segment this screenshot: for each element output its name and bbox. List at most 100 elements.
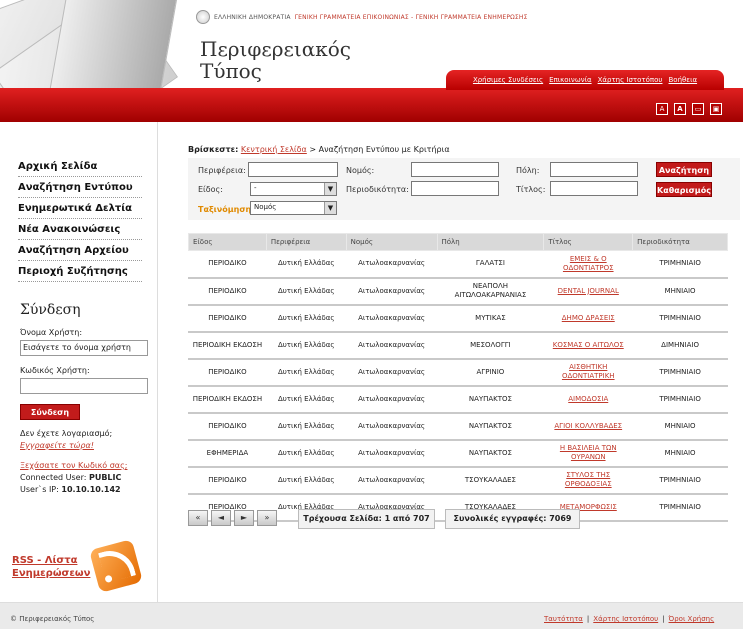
column-header-frequency[interactable]: Περιοδικότητα: [632, 233, 728, 251]
sidebar: Αρχική Σελίδα Αναζήτηση Εντύπου Ενημερωτ…: [0, 122, 158, 602]
nav-item-discussion[interactable]: Περιοχή Συζήτησης: [18, 261, 142, 282]
cell-frequency: ΤΡΙΜΗΝΙΑΙΟ: [632, 493, 728, 522]
search-button[interactable]: Αναζήτηση: [656, 162, 712, 177]
font-smaller-icon[interactable]: A: [656, 103, 668, 115]
next-page-button[interactable]: ►: [234, 510, 254, 526]
rss-icon[interactable]: [89, 539, 143, 593]
cell-title: ΕΜΕΙΣ & Ο ΟΔΟΝΤΙΑΤΡΟΣ: [543, 250, 634, 279]
sort-label: Ταξινόμηση: [198, 205, 252, 214]
cell-city: ΝΑΥΠΑΚΤΟΣ: [436, 412, 545, 441]
gov-secretariats: ΓΕΝΙΚΗ ΓΡΑΜΜΑΤΕΙΑ ΕΠΙΚΟΙΝΩΝΙΑΣ - ΓΕΝΙΚΗ …: [294, 13, 528, 21]
site-header: ΕΛΛΗΝΙΚΗ ΔΗΜΟΚΡΑΤΙΑ ΓΕΝΙΚΗ ΓΡΑΜΜΑΤΕΙΑ ΕΠ…: [0, 0, 743, 150]
footer-link-terms[interactable]: Όροι Χρήσης: [669, 615, 715, 623]
government-line: ΕΛΛΗΝΙΚΗ ΔΗΜΟΚΡΑΤΙΑ ΓΕΝΙΚΗ ΓΡΑΜΜΑΤΕΙΑ ΕΠ…: [196, 10, 528, 24]
username-input[interactable]: Εισάγετε το όνομα χρήστη: [20, 340, 148, 356]
prev-page-button[interactable]: ◄: [211, 510, 231, 526]
cell-type: ΠΕΡΙΟΔΙΚΟ: [188, 412, 267, 441]
publication-title-link[interactable]: ΚΟΣΜΑΣ Ο ΑΙΤΩΛΟΣ: [553, 341, 624, 349]
footer-separator: |: [586, 615, 590, 623]
footer-link-sitemap[interactable]: Χάρτης Ιστοτόπου: [593, 615, 658, 623]
publication-title-link[interactable]: ΣΤΥΛΟΣ ΤΗΣ ΟΡΘΟΔΟΞΙΑΣ: [565, 471, 612, 488]
top-link-sitemap[interactable]: Χάρτης Ιστοτόπου: [598, 76, 663, 84]
footer-link-identity[interactable]: Ταυτότητα: [544, 615, 583, 623]
save-icon[interactable]: ▣: [710, 103, 722, 115]
publication-title-link[interactable]: ΑΓΙΟΙ ΚΟΛΛΥΒΑΔΕΣ: [554, 422, 622, 430]
last-page-button[interactable]: »: [257, 510, 277, 526]
city-input[interactable]: [550, 162, 638, 177]
top-link-useful-links[interactable]: Χρήσιμες Συνδέσεις: [473, 76, 543, 84]
table-row: ΠΕΡΙΟΔΙΚΟ Δυτική Ελλάδας Αιτωλοακαρνανίας Μ…: [188, 304, 728, 333]
top-link-contact[interactable]: Επικοινωνία: [549, 76, 591, 84]
publication-title-link[interactable]: ΕΜΕΙΣ & Ο ΟΔΟΝΤΙΑΤΡΟΣ: [563, 255, 614, 272]
nav-item-newsletters[interactable]: Ενημερωτικά Δελτία: [18, 198, 142, 219]
connected-user: Connected User: PUBLIC: [20, 472, 150, 484]
cell-prefecture: Αιτωλοακαρνανίας: [345, 331, 438, 360]
cell-prefecture: Αιτωλοακαρνανίας: [345, 439, 438, 468]
rss-link[interactable]: RSS - Λίστα Ενημερώσεων: [12, 554, 90, 580]
cell-region: Δυτική Ελλάδας: [265, 331, 347, 360]
cell-type: ΠΕΡΙΟΔΙΚΟ: [188, 250, 267, 279]
breadcrumb-home-link[interactable]: Κεντρική Σελίδα: [241, 145, 307, 154]
cell-city: ΝΑΥΠΑΚΤΟΣ: [436, 385, 545, 414]
register-block: Δεν έχετε λογαριασμό; Εγγραφείτε τώρα!: [20, 428, 150, 452]
type-select-value: -: [254, 184, 257, 192]
cell-city: ΤΣΟΥΚΑΛΑΔΕΣ: [436, 466, 545, 495]
font-larger-icon[interactable]: A: [674, 103, 686, 115]
print-icon[interactable]: ▭: [692, 103, 704, 115]
nav-item-announcements[interactable]: Νέα Ανακοινώσεις: [18, 219, 142, 240]
breadcrumb-label: Βρίσκεστε:: [188, 145, 239, 154]
table-row: ΠΕΡΙΟΔΙΚΟ Δυτική Ελλάδας Αιτωλοακαρνανίας Τ…: [188, 466, 728, 495]
publication-title-link[interactable]: ΔΗΜΟ ΔΡΑΣΕΙΣ: [562, 314, 615, 322]
column-header-city[interactable]: Πόλη: [436, 233, 545, 251]
cell-city: ΑΓΡΙΝΙΟ: [436, 358, 545, 387]
frequency-input[interactable]: [411, 181, 499, 196]
cell-region: Δυτική Ελλάδας: [265, 358, 347, 387]
publication-title-link[interactable]: Η ΒΑΣΙΛΕΙΑ ΤΩΝ ΟΥΡΑΝΩΝ: [560, 444, 617, 461]
cell-prefecture: Αιτωλοακαρνανίας: [345, 304, 438, 333]
connected-user-label: Connected User:: [20, 473, 87, 482]
rss-link-line2: Ενημερώσεων: [12, 568, 91, 579]
footer-separator: |: [662, 615, 665, 623]
cell-frequency: ΤΡΙΜΗΝΙΑΙΟ: [632, 304, 728, 333]
first-page-button[interactable]: «: [188, 510, 208, 526]
publication-title-link[interactable]: ΑΙΣΘΗΤΙΚΗ ΟΔΟΝΤΙΑΤΡΙΚΗ: [562, 363, 615, 380]
cell-type: ΠΕΡΙΟΔΙΚΟ: [188, 304, 267, 333]
title-input[interactable]: [550, 181, 638, 196]
cell-prefecture: Αιτωλοακαρνανίας: [345, 358, 438, 387]
prefecture-input[interactable]: [411, 162, 499, 177]
site-title[interactable]: Περιφερειακός Τύπος: [200, 38, 351, 82]
clear-button[interactable]: Καθαρισμός: [656, 182, 712, 197]
login-button[interactable]: Σύνδεση: [20, 404, 80, 420]
site-title-line2: Τύπος: [200, 59, 262, 83]
cell-frequency: ΜΗΝΙΑΙΟ: [632, 412, 728, 441]
footer: © Περιφερειακός Τύπος Ταυτότητα | Χάρτης…: [0, 602, 743, 629]
region-input[interactable]: [248, 162, 338, 177]
user-ip-value: 10.10.10.142: [61, 485, 121, 494]
top-link-help[interactable]: Βοήθεια: [668, 76, 697, 84]
title-label: Τίτλος:: [516, 185, 546, 194]
main-nav: Αρχική Σελίδα Αναζήτηση Εντύπου Ενημερωτ…: [18, 156, 142, 282]
password-input[interactable]: [20, 378, 148, 394]
total-records-info: Συνολικές εγγραφές: 7069: [445, 509, 580, 529]
cell-title: ΚΟΣΜΑΣ Ο ΑΙΤΩΛΟΣ: [543, 331, 634, 360]
publication-title-link[interactable]: ΑΙΜΟΔΟΣΙΑ: [568, 395, 608, 403]
nav-item-search-publication[interactable]: Αναζήτηση Εντύπου: [18, 177, 142, 198]
cell-region: Δυτική Ελλάδας: [265, 385, 347, 414]
column-header-prefecture[interactable]: Νομός: [345, 233, 438, 251]
tool-icons: A A ▭ ▣: [656, 103, 722, 115]
username-label: Όνομα Χρήστη:: [20, 328, 83, 337]
nav-item-search-archive[interactable]: Αναζήτηση Αρχείου: [18, 240, 142, 261]
publication-title-link[interactable]: DENTAL JOURNAL: [558, 287, 619, 295]
sort-select-value: Νομός: [254, 203, 277, 211]
column-header-title[interactable]: Τίτλος: [543, 233, 634, 251]
table-row: ΠΕΡΙΟΔΙΚΗ ΕΚΔΟΣΗ Δυτική Ελλάδας Αιτωλοακαρ…: [188, 331, 728, 360]
column-header-region[interactable]: Περιφέρεια: [265, 233, 347, 251]
table-row: ΕΦΗΜΕΡΙΔΑ Δυτική Ελλάδας Αιτωλοακαρνανίας Ν…: [188, 439, 728, 468]
column-header-type[interactable]: Είδος: [188, 233, 267, 251]
type-select[interactable]: - ▼: [250, 182, 337, 196]
cell-frequency: ΤΡΙΜΗΝΙΑΙΟ: [632, 466, 728, 495]
sort-select[interactable]: Νομός ▼: [250, 201, 337, 215]
nav-item-home[interactable]: Αρχική Σελίδα: [18, 156, 142, 177]
forgot-password-link[interactable]: Ξεχάσατε τον Κωδικό σας;: [20, 460, 150, 472]
register-link[interactable]: Εγγραφείτε τώρα!: [20, 440, 150, 452]
